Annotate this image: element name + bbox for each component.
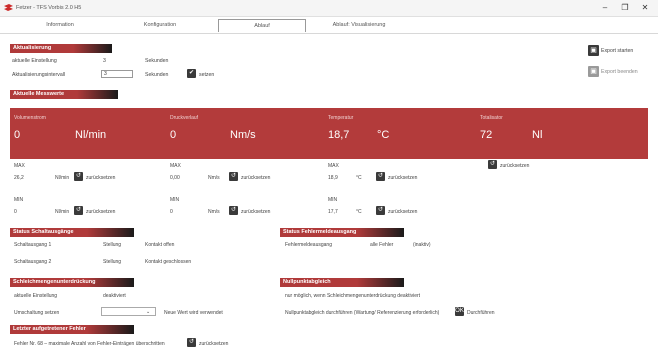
schleich-current-value: deaktiviert xyxy=(103,293,126,299)
section-header-schleichmenge: Schleichmengenunterdrückung xyxy=(10,278,134,287)
section-header-schaltausgaenge: Status Schaltausgänge xyxy=(10,228,134,237)
volumen-min-reset-icon[interactable]: ↺ xyxy=(74,206,83,215)
druck-min-value: 0 xyxy=(170,209,173,215)
volumen-max-value: 26,2 xyxy=(14,175,24,181)
schleich-select-label: Umschaltung setzen xyxy=(14,310,60,316)
druck-header: Druckverlauf xyxy=(170,115,199,121)
temp-min-reset-label[interactable]: zurücksetzen xyxy=(388,209,417,215)
druck-min-reset-label[interactable]: zurücksetzen xyxy=(241,209,270,215)
volumen-min-value: 0 xyxy=(14,209,17,215)
druck-value: 0 xyxy=(170,129,177,141)
section-header-aktualisierung: Aktualisierung xyxy=(10,44,112,53)
druck-max-value: 0,00 xyxy=(170,175,180,181)
schalt1-state: Stellung xyxy=(103,242,122,248)
druck-min-reset-icon[interactable]: ↺ xyxy=(229,206,238,215)
export-stop-label[interactable]: Export beenden xyxy=(601,69,638,75)
totalisator-reset-icon[interactable]: ↺ xyxy=(488,160,497,169)
schalt2-name: Schaltausgang 2 xyxy=(14,259,52,265)
temp-min-unit: °C xyxy=(356,209,362,215)
apply-interval-icon[interactable]: ✔ xyxy=(187,69,196,78)
temperatur-unit: °C xyxy=(377,129,390,141)
apply-interval-label: setzen xyxy=(199,72,215,78)
druck-max-reset-label[interactable]: zurücksetzen xyxy=(241,175,270,181)
tab-information[interactable]: Information xyxy=(20,19,100,31)
temp-min-reset-icon[interactable]: ↺ xyxy=(376,206,385,215)
temp-max-reset-label[interactable]: zurücksetzen xyxy=(388,175,417,181)
tab-ablauf[interactable]: Ablauf xyxy=(218,19,306,32)
schleich-current-label: aktuelle Einstellung xyxy=(14,293,58,299)
temp-max-unit: °C xyxy=(356,175,362,181)
totalisator-unit: Nl xyxy=(532,129,543,141)
volumen-max-reset-label[interactable]: zurücksetzen xyxy=(86,175,115,181)
volumen-max-label: MAX xyxy=(14,163,25,169)
current-setting-value: 3 xyxy=(103,58,106,64)
temp-max-reset-icon[interactable]: ↺ xyxy=(376,172,385,181)
volumen-max-unit: Nl/min xyxy=(55,175,70,181)
interval-label: Aktualisierungsintervall xyxy=(12,72,66,78)
temperatur-value: 18,7 xyxy=(328,129,350,141)
druck-min-unit: Nm/s xyxy=(208,209,220,215)
temp-min-value: 17,7 xyxy=(328,209,338,215)
minimize-button[interactable]: – xyxy=(598,2,612,14)
fehler-label: Fehlermeldeausgang xyxy=(285,242,332,248)
temp-max-value: 18,9 xyxy=(328,175,338,181)
app-logo-icon xyxy=(4,4,13,11)
druck-unit: Nm/s xyxy=(230,129,256,141)
temp-min-label: MIN xyxy=(328,197,338,203)
volumen-max-reset-icon[interactable]: ↺ xyxy=(74,172,83,181)
section-header-last-error: Letzter aufgetretener Fehler xyxy=(10,325,134,334)
export-start-label[interactable]: Export starten xyxy=(601,48,633,54)
last-error-reset-label[interactable]: zurücksetzen xyxy=(199,341,228,347)
schalt2-detail: Kontakt geschlossen xyxy=(145,259,192,265)
current-setting-label: aktuelle Einstellung xyxy=(12,58,57,64)
schleich-hint: Neue Wert wird verwendet xyxy=(164,310,223,316)
section-header-measurements: Aktuelle Messwerte xyxy=(10,90,118,99)
tab-konfiguration[interactable]: Konfiguration xyxy=(120,19,200,31)
last-error-reset-icon[interactable]: ↺ xyxy=(187,338,196,347)
interval-unit: Sekunden xyxy=(145,72,169,78)
close-button[interactable]: ✕ xyxy=(638,2,652,14)
section-header-fehlermeldeausgang: Status Fehlermeldeausgang xyxy=(280,228,404,237)
totalisator-value: 72 xyxy=(480,129,493,141)
interval-input[interactable]: 3 xyxy=(101,70,133,78)
window-title: Fetzer - TFS Vorbis 2.0 H5 xyxy=(16,5,82,11)
nullpunkt-text: nur möglich, wenn Schleichmengenunterdrü… xyxy=(285,293,421,299)
volumenstrom-header: Volumenstrom xyxy=(14,115,46,121)
druck-max-reset-icon[interactable]: ↺ xyxy=(229,172,238,181)
nullpunkt-action-text: Nullpunktabgleich durchführen (Wartung/ … xyxy=(285,310,440,316)
tab-visualisierung[interactable]: Ablauf: Visualisierung xyxy=(314,19,404,31)
title-bar xyxy=(0,0,658,17)
volumenstrom-value: 0 xyxy=(14,129,21,141)
druck-max-unit: Nm/s xyxy=(208,175,220,181)
volumen-min-reset-label[interactable]: zurücksetzen xyxy=(86,209,115,215)
totalisator-reset-label[interactable]: zurücksetzen xyxy=(500,163,529,169)
schalt1-detail: Kontakt offen xyxy=(145,242,175,248)
maximize-button[interactable]: ❐ xyxy=(618,2,632,14)
volumen-min-label: MIN xyxy=(14,197,24,203)
volumenstrom-unit: Nl/min xyxy=(75,129,107,141)
schalt1-name: Schaltausgang 1 xyxy=(14,242,52,248)
export-stop-icon[interactable]: ▣ xyxy=(588,66,599,77)
chevron-down-icon[interactable]: ⌄ xyxy=(146,309,150,315)
export-start-icon[interactable]: ▣ xyxy=(588,45,599,56)
totalisator-header: Totalisator xyxy=(480,115,503,121)
volumen-min-unit: Nl/min xyxy=(55,209,70,215)
last-error-text: Fehler Nr. 68 – maximale Anzahl von Fehl… xyxy=(14,341,165,347)
section-header-nullpunkt: Nullpunktabgleich xyxy=(280,278,404,287)
druck-max-label: MAX xyxy=(170,163,181,169)
druck-min-label: MIN xyxy=(170,197,180,203)
nullpunkt-ok-icon[interactable]: OK xyxy=(455,307,464,316)
temp-max-label: MAX xyxy=(328,163,339,169)
current-setting-unit: Sekunden xyxy=(145,58,169,64)
temperatur-header: Temperatur xyxy=(328,115,354,121)
schalt2-state: Stellung xyxy=(103,259,122,265)
fehler-detail: (inaktiv) xyxy=(413,242,431,248)
nullpunkt-ok-label[interactable]: Durchführen xyxy=(467,310,495,316)
fehler-value: alle Fehler xyxy=(370,242,394,248)
